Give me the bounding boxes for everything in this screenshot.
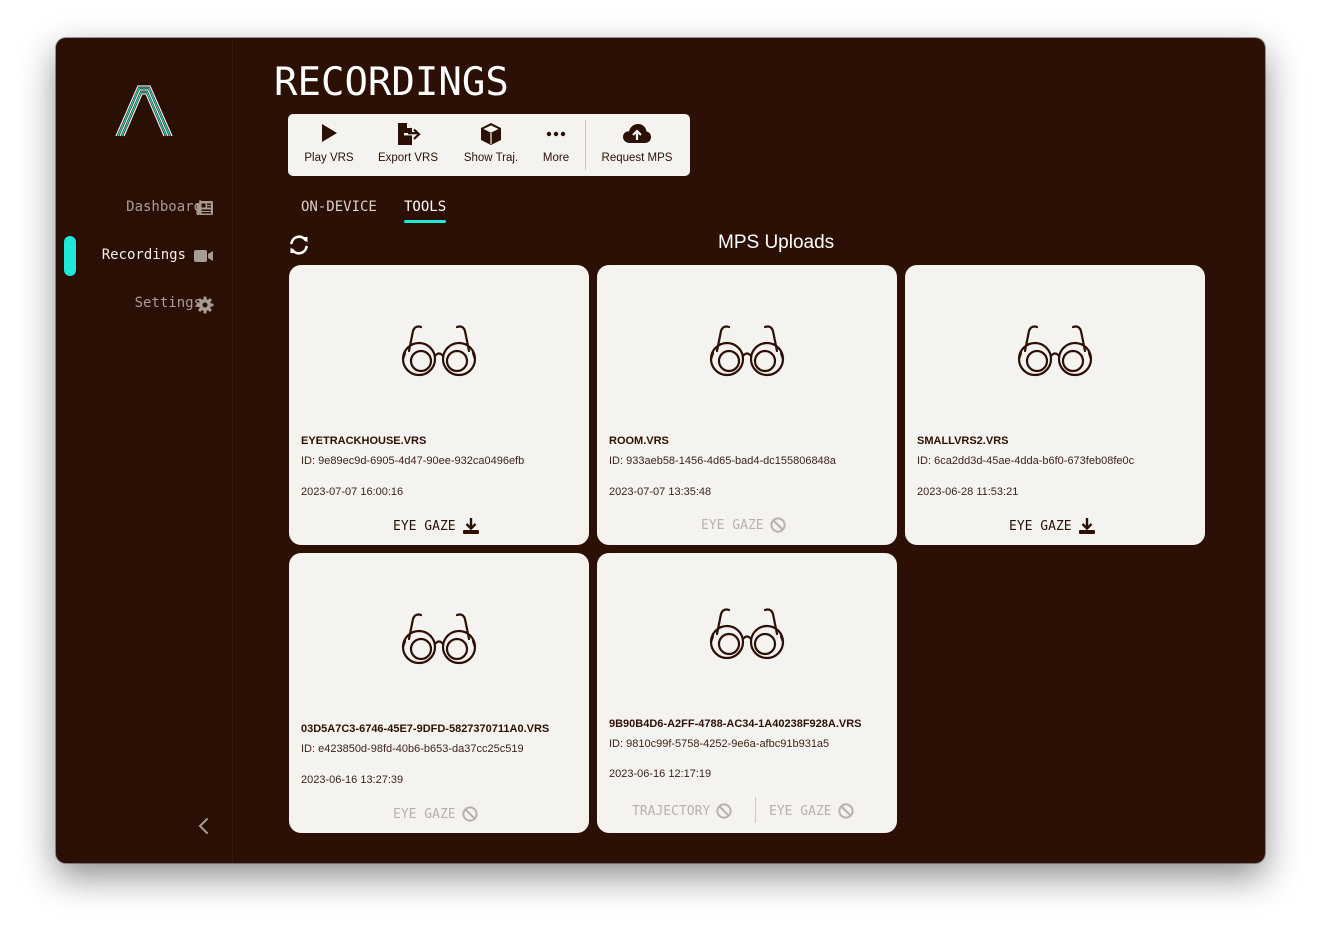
action-label: EYE GAZE: [701, 517, 764, 533]
play-icon: [322, 124, 337, 142]
file-export-icon: [398, 123, 421, 145]
newspaper-icon: [196, 200, 214, 220]
recording-date: 2023-06-28 11:53:21: [917, 486, 1019, 498]
glasses-icon: [1015, 323, 1095, 383]
download-icon: [462, 518, 479, 534]
export-vrs-label: Export VRS: [377, 152, 439, 164]
recording-id: ID: 9810c99f-5758-4252-9e6a-afbc91b931a5: [609, 738, 830, 750]
sidebar: Dashboard Recordings Settings: [56, 38, 233, 863]
more-label: More: [542, 152, 570, 164]
gear-icon: [196, 296, 214, 318]
recording-card[interactable]: 9B90B4D6-A2FF-4788-AC34-1A40238F928A.VRS…: [597, 553, 897, 833]
eye-gaze-unavailable: EYE GAZE: [393, 806, 478, 822]
tab-tools[interactable]: TOOLS: [404, 199, 446, 215]
sidebar-item-label: Recordings: [101, 247, 186, 263]
show-trajectory-button[interactable]: Show Traj.: [456, 114, 526, 176]
glasses-icon: [399, 611, 479, 671]
recording-id: ID: 933aeb58-1456-4d65-bad4-dc155806848a: [609, 455, 836, 467]
glasses-icon: [707, 323, 787, 383]
sidebar-item-label: Settings: [134, 295, 202, 311]
recording-name: SMALLVRS2.VRS: [917, 435, 1009, 447]
recording-name: 03D5A7C3-6746-45E7-9DFD-5827370711A0.VRS: [301, 723, 550, 735]
request-mps-label: Request MPS: [601, 152, 673, 164]
sidebar-item-settings[interactable]: Settings: [56, 284, 232, 324]
tab-on-device[interactable]: ON-DEVICE: [301, 199, 377, 215]
ellipsis-icon: [546, 131, 566, 137]
play-vrs-button[interactable]: Play VRS: [292, 114, 366, 176]
ban-icon: [838, 803, 854, 819]
glasses-icon: [399, 323, 479, 383]
action-label: EYE GAZE: [1009, 518, 1072, 534]
action-divider: [755, 797, 756, 823]
app-window: Dashboard Recordings Settings RECORDINGS…: [56, 38, 1265, 863]
recording-date: 2023-07-07 16:00:16: [301, 486, 404, 498]
eye-gaze-unavailable: EYE GAZE: [701, 517, 786, 533]
recording-card[interactable]: EYETRACKHOUSE.VRS ID: 9e89ec9d-6905-4d47…: [289, 265, 589, 545]
collapse-sidebar-button[interactable]: [194, 816, 214, 840]
refresh-icon: [290, 235, 308, 255]
action-label: EYE GAZE: [393, 806, 456, 822]
sidebar-item-label: Dashboard: [126, 199, 202, 215]
ban-icon: [462, 806, 478, 822]
app-logo: [114, 84, 174, 142]
active-tab-underline: [404, 220, 446, 223]
download-icon: [1078, 518, 1095, 534]
recording-name: EYETRACKHOUSE.VRS: [301, 435, 427, 447]
play-vrs-label: Play VRS: [304, 152, 354, 164]
ban-icon: [770, 517, 786, 533]
export-vrs-button[interactable]: Export VRS: [370, 114, 446, 176]
cube-icon: [481, 123, 501, 145]
toolbar-divider: [585, 120, 586, 170]
page-title: RECORDINGS: [274, 60, 509, 105]
recording-date: 2023-07-07 13:35:48: [609, 486, 712, 498]
ban-icon: [716, 803, 732, 819]
action-label: TRAJECTORY: [632, 803, 711, 819]
recording-name: ROOM.VRS: [609, 435, 669, 447]
recording-card[interactable]: SMALLVRS2.VRS ID: 6ca2dd3d-45ae-4dda-b6f…: [905, 265, 1205, 545]
cloud-upload-icon: [623, 124, 651, 143]
eye-gaze-download-button[interactable]: EYE GAZE: [1009, 517, 1096, 535]
action-label: EYE GAZE: [769, 803, 832, 819]
recording-date: 2023-06-16 12:17:19: [609, 768, 712, 780]
video-camera-icon: [194, 248, 214, 267]
eye-gaze-download-button[interactable]: EYE GAZE: [393, 517, 480, 535]
request-mps-button[interactable]: Request MPS: [594, 114, 680, 176]
recording-card[interactable]: ROOM.VRS ID: 933aeb58-1456-4d65-bad4-dc1…: [597, 265, 897, 545]
glasses-icon: [707, 606, 787, 666]
sidebar-item-recordings[interactable]: Recordings: [56, 236, 232, 276]
toolbar: Play VRS Export VRS Show Traj. More Requ…: [288, 114, 690, 176]
action-label: EYE GAZE: [393, 518, 456, 534]
sidebar-item-dashboard[interactable]: Dashboard: [56, 188, 232, 228]
show-trajectory-label: Show Traj.: [463, 152, 519, 164]
trajectory-unavailable: TRAJECTORY: [632, 803, 732, 819]
recording-id: ID: e423850d-98fd-40b6-b653-da37cc25c519: [301, 743, 524, 755]
recording-name: 9B90B4D6-A2FF-4788-AC34-1A40238F928A.VRS: [609, 718, 862, 730]
recording-id: ID: 9e89ec9d-6905-4d47-90ee-932ca0496efb: [301, 455, 525, 467]
refresh-button[interactable]: [288, 234, 310, 260]
section-title: MPS Uploads: [718, 232, 835, 253]
recording-card[interactable]: 03D5A7C3-6746-45E7-9DFD-5827370711A0.VRS…: [289, 553, 589, 833]
recording-date: 2023-06-16 13:27:39: [301, 774, 404, 786]
eye-gaze-unavailable: EYE GAZE: [769, 803, 854, 819]
chevron-left-icon: [198, 818, 208, 834]
more-button[interactable]: More: [532, 114, 580, 176]
recording-id: ID: 6ca2dd3d-45ae-4dda-b6f0-673feb08fe0c: [917, 455, 1135, 467]
